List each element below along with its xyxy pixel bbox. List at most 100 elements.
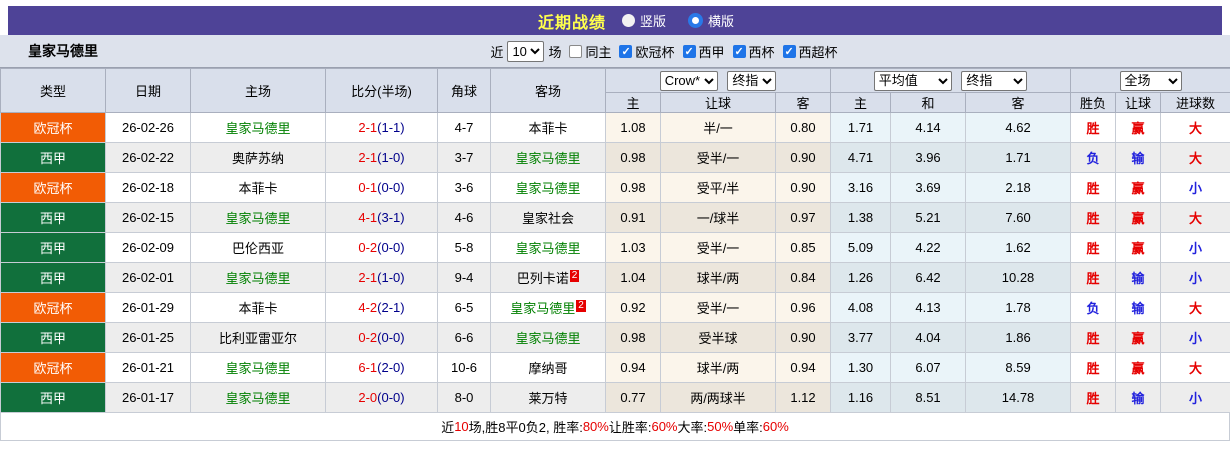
home-team-cell: 奥萨苏纳 (191, 143, 326, 173)
corner-cell: 9-4 (438, 263, 491, 293)
radio-icon[interactable] (688, 13, 703, 28)
corner-cell: 3-7 (438, 143, 491, 173)
corner-cell: 4-6 (438, 203, 491, 233)
sub-header-avg-home: 主 (831, 93, 891, 113)
away-team-cell: 皇家马德里 (491, 173, 606, 203)
avg-draw-odds: 6.07 (891, 353, 966, 383)
score-cell: 2-1(1-0) (326, 143, 438, 173)
odds-stage-select-2[interactable]: 终指 (961, 71, 1027, 91)
average-select-group: 平均值 终指 (831, 69, 1071, 93)
match-row: 西甲26-02-09巴伦西亚0-2(0-0)5-8皇家马德里1.03受半/一0.… (1, 233, 1230, 263)
result-wdl: 胜 (1087, 391, 1100, 406)
league-filter-label: 西杯 (749, 42, 775, 61)
avg-home-odds: 1.38 (831, 203, 891, 233)
view-mode-option-selected[interactable]: 横版 (688, 11, 734, 30)
same-home-group: 同主 (561, 42, 611, 61)
league-filter-label: 西甲 (699, 42, 725, 61)
home-team-cell: 皇家马德里 (191, 263, 326, 293)
match-date: 26-01-25 (106, 323, 191, 353)
halftime-score: (0-0) (377, 390, 404, 405)
crow-handicap: 受半球 (661, 323, 776, 353)
crow-home-odds: 1.03 (606, 233, 661, 263)
crow-away-odds: 0.90 (776, 323, 831, 353)
result-handicap-cell: 输 (1116, 293, 1161, 323)
result-wdl-cell: 胜 (1071, 383, 1116, 413)
sub-header-result-wdl: 胜负 (1071, 93, 1116, 113)
result-goals: 大 (1189, 361, 1202, 376)
result-goals-cell: 小 (1161, 173, 1230, 203)
home-team-cell: 皇家马德里 (191, 383, 326, 413)
avg-home-odds: 1.71 (831, 113, 891, 143)
corner-cell: 10-6 (438, 353, 491, 383)
result-goals: 小 (1189, 331, 1202, 346)
radio-icon[interactable] (622, 14, 635, 27)
league-filter-checkbox[interactable] (683, 45, 696, 58)
same-home-checkbox[interactable] (569, 45, 582, 58)
halftime-score: (1-1) (377, 120, 404, 135)
avg-draw-odds: 3.96 (891, 143, 966, 173)
crow-home-odds: 0.77 (606, 383, 661, 413)
corner-cell: 4-7 (438, 113, 491, 143)
summary-segment: 50% (707, 419, 733, 434)
match-row: 西甲26-02-22奥萨苏纳2-1(1-0)3-7皇家马德里0.98受半/一0.… (1, 143, 1230, 173)
corner-cell: 3-6 (438, 173, 491, 203)
sub-header-result-handicap: 让球 (1116, 93, 1161, 113)
recent-results-header-bar: 近期战绩 竖版 横版 (8, 6, 1222, 35)
away-team-name: 皇家马德里 (515, 181, 580, 196)
scope-select[interactable]: 全场 (1120, 71, 1182, 91)
odds-stage-select-1[interactable]: 终指 (727, 71, 776, 91)
result-wdl: 胜 (1087, 211, 1100, 226)
avg-home-odds: 3.16 (831, 173, 891, 203)
halftime-score: (0-0) (377, 240, 404, 255)
result-goals-cell: 大 (1161, 203, 1230, 233)
fulltime-score: 0-2 (358, 240, 377, 255)
home-team-cell: 皇家马德里 (191, 203, 326, 233)
result-handicap-cell: 赢 (1116, 233, 1161, 263)
crow-handicap: 半/一 (661, 113, 776, 143)
league-badge: 西甲 (1, 233, 106, 263)
league-filter-checkbox[interactable] (733, 45, 746, 58)
result-handicap: 赢 (1132, 121, 1145, 136)
bookmaker-select[interactable]: Crow* (660, 71, 718, 91)
home-team-name: 奥萨苏纳 (232, 151, 284, 166)
league-badge: 欧冠杯 (1, 113, 106, 143)
away-team-cell: 皇家马德里 (491, 233, 606, 263)
recent-count-select[interactable]: 10 (507, 41, 544, 62)
avg-away-odds: 14.78 (966, 383, 1071, 413)
summary-segment: 场,胜8平0负2, 胜率: (469, 417, 583, 436)
summary-segment: 10 (454, 419, 468, 434)
score-cell: 6-1(2-0) (326, 353, 438, 383)
crow-home-odds: 0.92 (606, 293, 661, 323)
result-wdl: 负 (1087, 151, 1100, 166)
avg-away-odds: 2.18 (966, 173, 1071, 203)
match-row: 欧冠杯26-01-29本菲卡4-2(2-1)6-5皇家马德里20.92受半/一0… (1, 293, 1230, 323)
result-goals: 小 (1189, 181, 1202, 196)
avg-away-odds: 4.62 (966, 113, 1071, 143)
avg-away-odds: 1.71 (966, 143, 1071, 173)
score-cell: 2-1(1-1) (326, 113, 438, 143)
home-team-cell: 皇家马德里 (191, 353, 326, 383)
result-goals-cell: 大 (1161, 113, 1230, 143)
red-card-badge: 2 (570, 270, 580, 282)
result-goals-cell: 小 (1161, 383, 1230, 413)
page-title: 近期战绩 (538, 9, 606, 33)
home-team-name: 比利亚雷亚尔 (219, 331, 297, 346)
match-row: 西甲26-02-15皇家马德里4-1(3-1)4-6皇家社会0.91一/球半0.… (1, 203, 1230, 233)
crow-away-odds: 0.80 (776, 113, 831, 143)
result-wdl-cell: 胜 (1071, 233, 1116, 263)
result-goals: 大 (1189, 301, 1202, 316)
average-select[interactable]: 平均值 (874, 71, 952, 91)
col-header-home: 主场 (191, 69, 326, 113)
result-handicap: 输 (1132, 301, 1145, 316)
league-badge: 西甲 (1, 263, 106, 293)
view-mode-option-unselected[interactable]: 竖版 (622, 11, 666, 30)
away-team-cell: 摩纳哥 (491, 353, 606, 383)
halftime-score: (1-0) (377, 270, 404, 285)
crow-away-odds: 0.97 (776, 203, 831, 233)
fulltime-score: 0-2 (358, 330, 377, 345)
crow-away-odds: 0.85 (776, 233, 831, 263)
crow-handicap: 球半/两 (661, 353, 776, 383)
league-filter-checkbox[interactable] (783, 45, 796, 58)
fulltime-score: 0-1 (358, 180, 377, 195)
league-filter-checkbox[interactable] (619, 45, 632, 58)
